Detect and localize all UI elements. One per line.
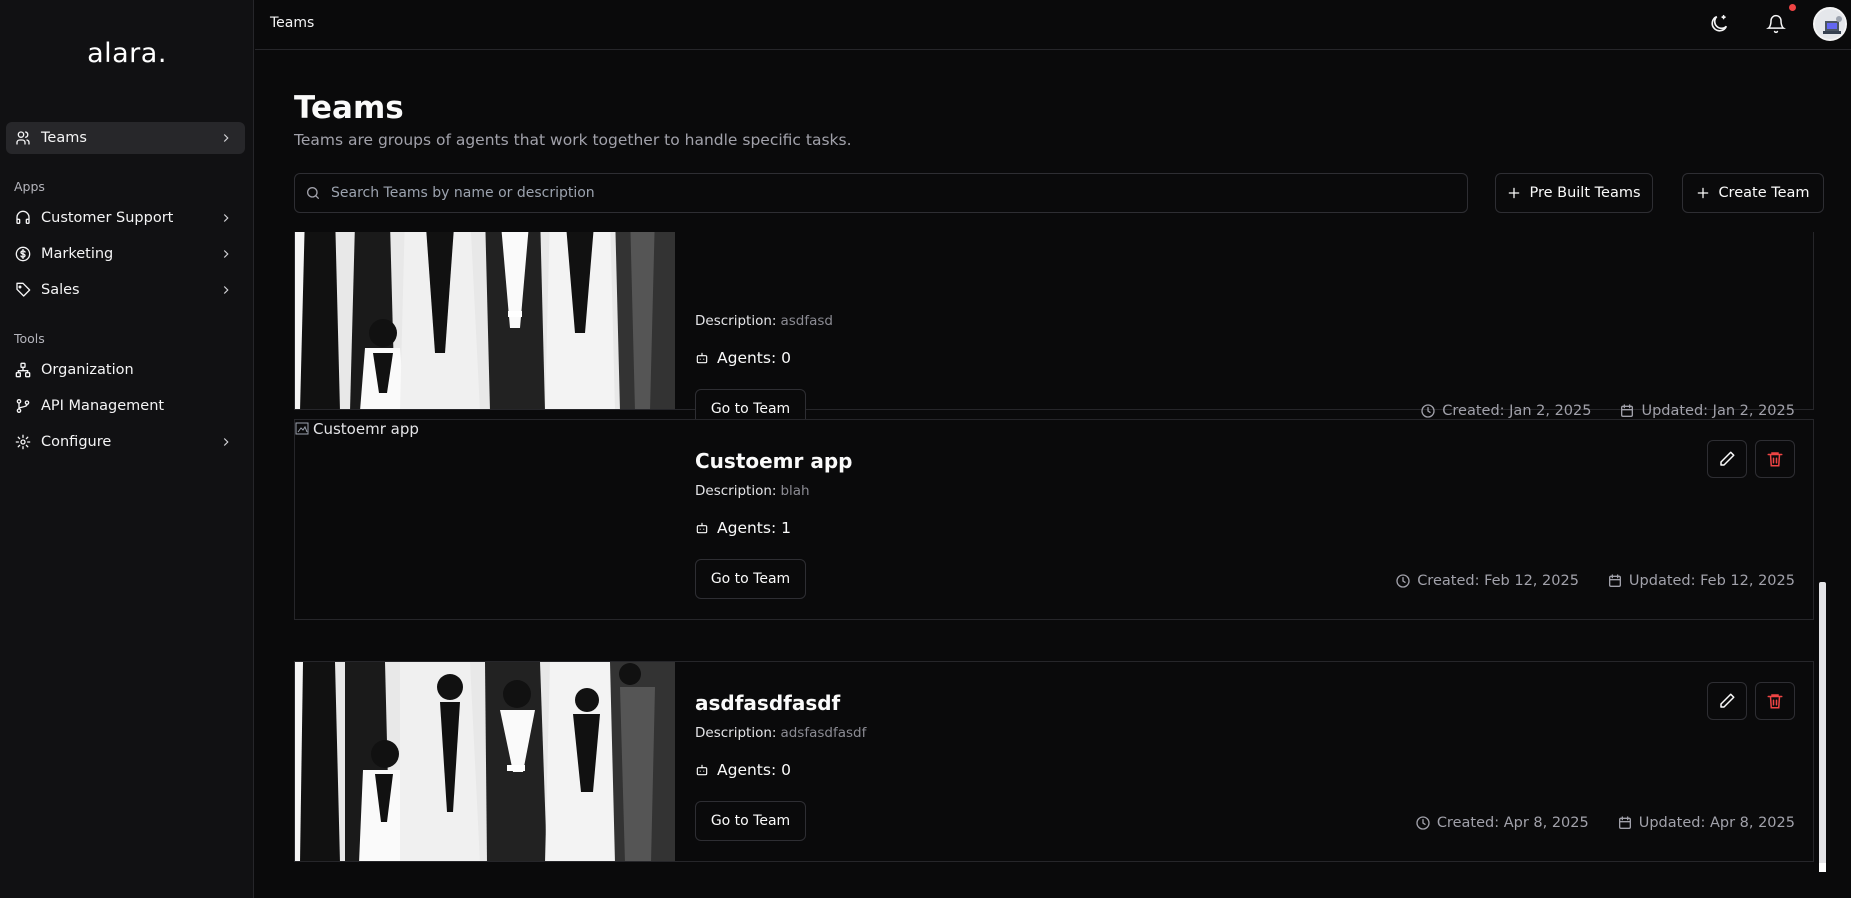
scrollbar-thumb[interactable] (1819, 582, 1826, 872)
pencil-icon (1718, 692, 1736, 710)
clock-icon (1395, 573, 1411, 589)
sidebar-item-label: Customer Support (41, 210, 174, 226)
team-card: asdfasdfasdf Description: adsfasdfasdf Ag… (294, 661, 1814, 862)
chevron-right-icon (219, 211, 233, 225)
page-title: Teams (294, 90, 404, 126)
pencil-icon (1718, 450, 1736, 468)
updated-date: Updated: Feb 12, 2025 (1628, 573, 1795, 589)
team-agents-count: Agents: 0 (695, 349, 791, 367)
sidebar-item-sales[interactable]: Sales (6, 274, 245, 306)
calendar-icon (1617, 815, 1633, 831)
create-team-label: Create Team (1718, 185, 1810, 201)
team-description: Description: asdfasd (695, 313, 833, 329)
top-bar: Teams (255, 0, 1851, 50)
tag-icon (15, 282, 31, 298)
page-subtitle: Teams are groups of agents that work tog… (294, 131, 852, 149)
section-label-tools: Tools (14, 331, 45, 346)
bot-icon (695, 763, 709, 777)
go-to-team-button[interactable]: Go to Team (695, 559, 806, 599)
sidebar-item-label: Teams (41, 130, 87, 146)
created-date: Created: Apr 8, 2025 (1436, 815, 1589, 831)
theme-toggle-icon[interactable] (1707, 12, 1731, 36)
sidebar-item-label: Marketing (41, 246, 114, 262)
sidebar-item-label: Sales (41, 282, 80, 298)
app-logo[interactable]: alara. (0, 38, 254, 69)
plus-icon (1507, 186, 1521, 200)
team-card: Description: asdfasd Agents: 0 Go to Team… (294, 232, 1814, 429)
calendar-icon (1607, 573, 1623, 589)
chevron-right-icon (219, 283, 233, 297)
sidebar-item-marketing[interactable]: Marketing (6, 238, 245, 270)
clock-icon (1420, 403, 1436, 419)
sidebar-item-api-management[interactable]: API Management (6, 390, 245, 422)
clock-icon (1415, 815, 1431, 831)
gear-icon (15, 434, 31, 450)
delete-button[interactable] (1755, 440, 1795, 478)
git-branch-icon (15, 398, 31, 414)
team-description: Description: adsfasdfasdf (695, 725, 867, 741)
teams-list[interactable]: Description: asdfasd Agents: 0 Go to Team… (294, 232, 1814, 898)
edit-button[interactable] (1707, 440, 1747, 478)
create-team-button[interactable]: Create Team (1682, 173, 1824, 213)
team-name: asdfasdfasdf (695, 691, 841, 715)
team-dates: Created: Jan 2, 2025 Updated: Jan 2, 202… (1420, 403, 1795, 419)
team-dates: Created: Feb 12, 2025 Updated: Feb 12, 2… (1395, 573, 1795, 589)
edit-button[interactable] (1707, 682, 1747, 720)
team-image (295, 232, 675, 409)
broken-image-placeholder: Custoemr app (295, 420, 419, 438)
section-label-apps: Apps (14, 179, 45, 194)
trash-icon (1766, 692, 1784, 710)
go-to-team-button[interactable]: Go to Team (695, 801, 806, 841)
bot-icon (695, 351, 709, 365)
pre-built-teams-button[interactable]: Pre Built Teams (1495, 173, 1653, 213)
sidebar-item-label: Configure (41, 434, 112, 450)
pre-built-teams-label: Pre Built Teams (1529, 185, 1641, 201)
team-description: Description: blah (695, 483, 810, 499)
delete-button[interactable] (1755, 682, 1795, 720)
sidebar-item-customer-support[interactable]: Customer Support (6, 202, 245, 234)
search-box[interactable] (294, 173, 1468, 213)
team-agents-count: Agents: 1 (695, 519, 791, 537)
created-date: Created: Jan 2, 2025 (1442, 403, 1592, 419)
team-agents-count: Agents: 0 (695, 761, 791, 779)
search-icon (305, 185, 321, 201)
avatar[interactable] (1813, 7, 1847, 41)
team-card: Custoemr app Custoemr app Description: bl… (294, 419, 1814, 620)
sidebar-item-teams[interactable]: Teams (6, 122, 245, 154)
sidebar: alara. Teams Apps Customer Support Marke… (0, 0, 254, 898)
sidebar-item-organization[interactable]: Organization (6, 354, 245, 386)
users-icon (15, 130, 31, 146)
team-image: Custoemr app (295, 420, 675, 619)
notification-dot (1789, 4, 1796, 11)
chevron-right-icon (219, 131, 233, 145)
chevron-right-icon (219, 435, 233, 449)
headset-icon (15, 210, 31, 226)
updated-date: Updated: Apr 8, 2025 (1638, 815, 1795, 831)
trash-icon (1766, 450, 1784, 468)
dollar-circle-icon (15, 246, 31, 262)
sidebar-item-label: Organization (41, 362, 134, 378)
team-name: Custoemr app (695, 449, 853, 473)
created-date: Created: Feb 12, 2025 (1417, 573, 1579, 589)
bell-icon[interactable] (1764, 12, 1788, 36)
breadcrumb: Teams (270, 15, 315, 31)
calendar-icon (1619, 403, 1635, 419)
team-dates: Created: Apr 8, 2025 Updated: Apr 8, 202… (1415, 815, 1795, 831)
search-input[interactable] (331, 185, 1431, 201)
sidebar-item-label: API Management (41, 398, 165, 414)
plus-icon (1696, 186, 1710, 200)
updated-date: Updated: Jan 2, 2025 (1641, 403, 1795, 419)
chevron-right-icon (219, 247, 233, 261)
scrollbar-corner (1819, 863, 1826, 872)
broken-image-icon (295, 421, 311, 437)
org-chart-icon (15, 362, 31, 378)
sidebar-item-configure[interactable]: Configure (6, 426, 245, 458)
bot-icon (695, 521, 709, 535)
vertical-scrollbar[interactable] (1819, 232, 1826, 872)
team-image (295, 662, 675, 861)
